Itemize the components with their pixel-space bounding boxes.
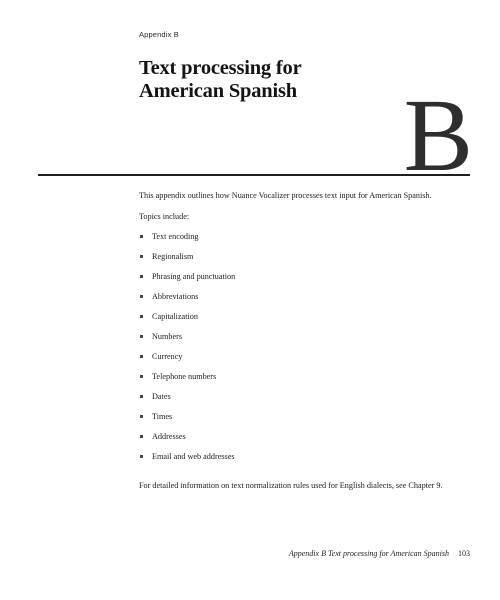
list-item: Addresses <box>139 431 472 451</box>
list-item-label: Abbreviations <box>152 292 199 302</box>
square-bullet-icon <box>140 235 143 239</box>
square-bullet-icon <box>140 375 143 379</box>
topics-list: Text encoding Regionalism Phrasing and p… <box>139 231 472 471</box>
list-item-label: Regionalism <box>152 252 194 262</box>
document-page: Appendix B Text processing for American … <box>0 0 500 600</box>
list-item: Capitalization <box>139 311 472 331</box>
page-title-line-2: American Spanish <box>139 80 297 102</box>
list-item-label: Addresses <box>152 432 186 442</box>
page-title: Text processing for American Spanish <box>139 57 399 103</box>
square-bullet-icon <box>140 335 143 339</box>
page-title-line-1: Text processing for <box>139 57 302 79</box>
list-item: Dates <box>139 391 472 411</box>
list-item: Numbers <box>139 331 472 351</box>
header-divider <box>38 174 470 176</box>
list-item: Telephone numbers <box>139 371 472 391</box>
square-bullet-icon <box>140 275 143 279</box>
list-item-label: Times <box>152 412 173 422</box>
list-item-label: Email and web addresses <box>152 452 235 462</box>
list-item-label: Text encoding <box>152 232 199 242</box>
square-bullet-icon <box>140 415 143 419</box>
closing-paragraph: For detailed information on text normali… <box>139 481 443 491</box>
list-item-label: Numbers <box>152 332 183 342</box>
list-item-label: Dates <box>152 392 171 402</box>
list-item: Times <box>139 411 472 431</box>
square-bullet-icon <box>140 455 143 459</box>
running-head: Appendix B <box>139 30 179 39</box>
footer-title: Appendix B Text processing for American … <box>288 549 449 558</box>
appendix-letter-ornament: B <box>403 78 473 193</box>
body-column: This appendix outlines how Nuance Vocali… <box>139 190 472 492</box>
list-item-label: Capitalization <box>152 312 198 322</box>
square-bullet-icon <box>140 295 143 299</box>
square-bullet-icon <box>140 355 143 359</box>
list-item: Currency <box>139 351 472 371</box>
list-item: Text encoding <box>139 231 472 251</box>
square-bullet-icon <box>140 315 143 319</box>
list-item-label: Telephone numbers <box>152 372 217 382</box>
square-bullet-icon <box>140 435 143 439</box>
page-number: 103 <box>458 549 470 558</box>
list-item: Regionalism <box>139 251 472 271</box>
square-bullet-icon <box>140 395 143 399</box>
square-bullet-icon <box>140 255 143 259</box>
intro-paragraph: This appendix outlines how Nuance Vocali… <box>139 191 432 200</box>
list-item-label: Currency <box>152 352 183 362</box>
list-item-label: Phrasing and punctuation <box>152 272 236 282</box>
list-item: Abbreviations <box>139 291 472 311</box>
list-item: Email and web addresses <box>139 451 472 471</box>
topics-lead-in: Topics include: <box>139 212 190 222</box>
page-footer: Appendix B Text processing for American … <box>289 549 470 558</box>
list-item: Phrasing and punctuation <box>139 271 472 291</box>
